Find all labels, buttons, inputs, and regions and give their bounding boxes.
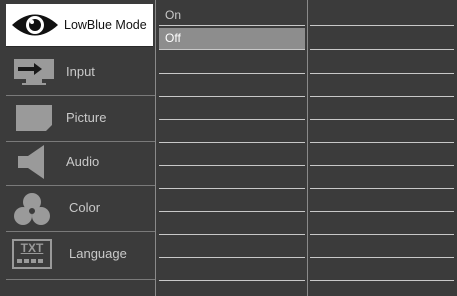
row-divider	[159, 49, 305, 50]
row-divider	[310, 119, 454, 120]
menu-item-lowblue-mode[interactable]: LowBlue Mode	[6, 4, 153, 47]
menu-item-picture[interactable]: Picture	[6, 97, 153, 139]
language-icon-text: TXT	[20, 241, 44, 255]
menu-item-input[interactable]: Input	[6, 51, 153, 93]
menu-item-label: Picture	[66, 110, 107, 125]
row-divider	[159, 142, 305, 143]
row-divider	[310, 257, 454, 258]
row-divider	[159, 188, 305, 189]
option-on[interactable]: On	[159, 5, 305, 26]
row-divider	[310, 49, 454, 50]
speaker-icon	[14, 143, 58, 184]
row-divider	[310, 280, 454, 281]
menu-item-label: LowBlue Mode	[64, 18, 147, 32]
row-divider	[159, 119, 305, 120]
picture-icon	[12, 103, 56, 136]
menu-item-label: Language	[69, 246, 127, 261]
row-divider	[159, 280, 305, 281]
row-divider	[310, 96, 454, 97]
column-divider	[155, 0, 156, 296]
row-divider	[310, 211, 454, 212]
row-divider	[159, 73, 305, 74]
menu-divider	[6, 185, 155, 186]
row-divider	[310, 234, 454, 235]
menu-item-label: Color	[69, 200, 101, 215]
main-menu: LowBlue Mode Input Picture Audio Color T…	[0, 0, 155, 296]
menu-item-color[interactable]: Color	[6, 187, 153, 229]
menu-divider	[6, 95, 155, 96]
eye-icon	[10, 10, 60, 43]
row-divider	[310, 188, 454, 189]
menu-item-audio[interactable]: Audio	[6, 141, 153, 183]
row-divider	[159, 257, 305, 258]
row-divider	[159, 234, 305, 235]
menu-item-label: Audio	[66, 154, 100, 169]
color-icon	[12, 191, 52, 230]
osd-panel: LowBlue Mode Input Picture Audio Color T…	[0, 0, 457, 296]
menu-item-language[interactable]: TXT Language	[6, 233, 153, 275]
menu-divider	[6, 231, 155, 232]
row-divider	[310, 165, 454, 166]
row-divider	[310, 142, 454, 143]
row-divider	[310, 25, 454, 26]
input-icon	[12, 57, 56, 90]
row-divider	[159, 165, 305, 166]
menu-divider	[6, 279, 155, 280]
column-divider	[307, 0, 308, 296]
row-divider	[310, 73, 454, 74]
language-icon: TXT	[12, 239, 52, 269]
row-divider	[159, 211, 305, 212]
row-divider	[159, 96, 305, 97]
option-off[interactable]: Off	[159, 28, 305, 49]
menu-item-label: Input	[66, 64, 95, 79]
